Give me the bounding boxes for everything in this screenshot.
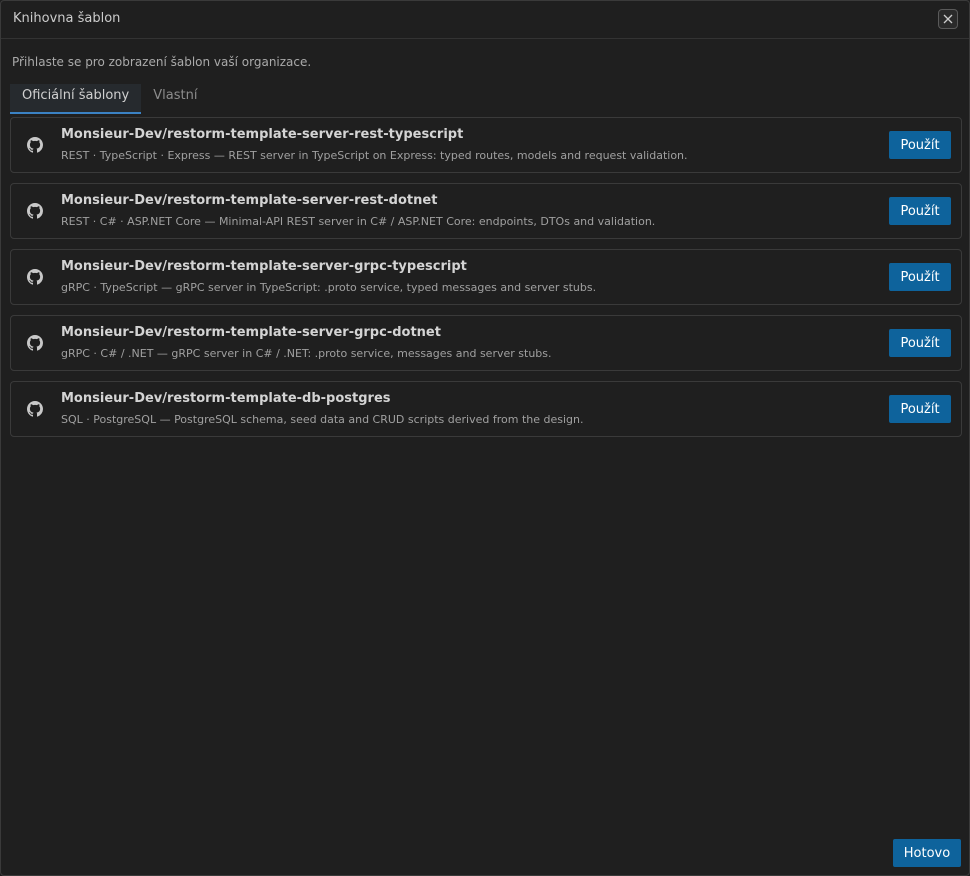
template-description: gRPC · C# / .NET — gRPC server in C# / .… [61,347,552,360]
github-icon [27,335,43,351]
dialog-title: Knihovna šablon [13,11,121,26]
template-description: REST · C# · ASP.NET Core — Minimal-API R… [61,215,656,228]
github-icon [27,137,43,153]
apply-button[interactable]: Použít [889,329,951,357]
template-card: Monsieur-Dev/restorm-template-server-res… [10,183,962,239]
apply-button[interactable]: Použít [889,131,951,159]
close-button[interactable] [938,9,958,29]
github-icon [27,401,43,417]
close-icon [943,14,953,24]
tab-custom[interactable]: Vlastní [141,84,209,112]
template-name: Monsieur-Dev/restorm-template-server-grp… [61,325,441,340]
done-button[interactable]: Hotovo [893,839,961,867]
template-name: Monsieur-Dev/restorm-template-db-postgre… [61,391,391,406]
template-card: Monsieur-Dev/restorm-template-server-grp… [10,315,962,371]
dialog-titlebar: Knihovna šablon [1,1,969,39]
template-name: Monsieur-Dev/restorm-template-server-grp… [61,259,467,274]
sign-in-hint: Přihlaste se pro zobrazení šablon vaší o… [12,55,312,69]
template-card: Monsieur-Dev/restorm-template-server-res… [10,117,962,173]
github-icon [27,269,43,285]
apply-button[interactable]: Použít [889,197,951,225]
template-name: Monsieur-Dev/restorm-template-server-res… [61,193,438,208]
template-library-dialog: Knihovna šablon Přihlaste se pro zobraze… [0,0,970,876]
template-card: Monsieur-Dev/restorm-template-db-postgre… [10,381,962,437]
template-card: Monsieur-Dev/restorm-template-server-grp… [10,249,962,305]
apply-button[interactable]: Použít [889,263,951,291]
github-icon [27,203,43,219]
apply-button[interactable]: Použít [889,395,951,423]
tab-official-templates[interactable]: Oficiální šablony [10,84,142,114]
tab-bar: Oficiální šablony Vlastní [10,84,209,114]
template-list: Monsieur-Dev/restorm-template-server-res… [10,117,962,447]
template-description: gRPC · TypeScript — gRPC server in TypeS… [61,281,597,294]
template-description: REST · TypeScript · Express — REST serve… [61,149,688,162]
template-name: Monsieur-Dev/restorm-template-server-res… [61,127,464,142]
template-description: SQL · PostgreSQL — PostgreSQL schema, se… [61,413,584,426]
